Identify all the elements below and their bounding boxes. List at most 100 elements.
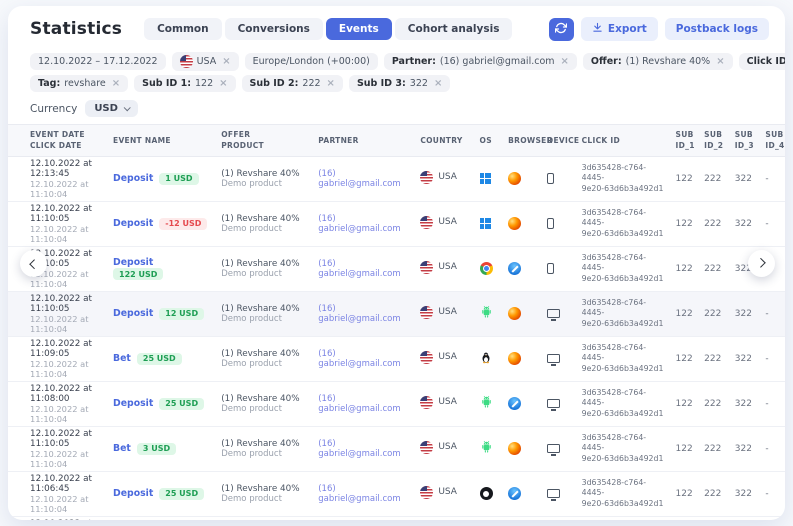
android-os-icon (480, 447, 493, 457)
offer-name: (1) Revshare 40% (221, 394, 306, 404)
click-id: 3d635428-c764-4445-9e20-63d6b3a492d1 (582, 388, 664, 420)
chip-value: USA (197, 56, 217, 67)
event-name: Deposit (113, 257, 153, 268)
remove-icon[interactable]: × (219, 78, 227, 89)
scroll-right-button[interactable] (748, 250, 775, 277)
amount-badge: 25 USD (137, 353, 182, 365)
windows-os-icon (480, 218, 491, 229)
column-header-browser[interactable]: BROWSER (502, 125, 541, 157)
table-row[interactable]: 12.10.2022 at 11:09:0512.10.2022 at 11:1… (8, 336, 785, 381)
remove-icon[interactable]: × (561, 56, 569, 67)
sub-id-2-value: 222 (698, 336, 729, 381)
column-header-partner[interactable]: PARTNER (312, 125, 414, 157)
postback-logs-button[interactable]: Postback logs (665, 18, 769, 40)
filter-chip-sub-id-1[interactable]: Sub ID 1:122× (134, 75, 235, 92)
filter-chip-partner[interactable]: Partner:(16) gabriel@gmail.com× (384, 53, 577, 70)
remove-icon[interactable]: × (434, 78, 442, 89)
column-header-click-id[interactable]: CLICK ID (576, 125, 670, 157)
column-header-sub-id-4[interactable]: SUBID_4 (759, 125, 785, 157)
usa-flag-icon (420, 216, 433, 229)
filter-chips-row-1: 12.10.2022 – 17.12.2022 USA × Europe/London… (8, 48, 785, 71)
chip-label: Click ID: (747, 56, 785, 67)
firefox-browser-icon (508, 442, 521, 455)
filter-chip-timezone[interactable]: Europe/London (+00:00) (245, 53, 378, 70)
column-header-device[interactable]: DEVICE (541, 125, 576, 157)
sub-id-4-value: - (759, 471, 785, 516)
remove-icon[interactable]: × (222, 56, 230, 67)
click-id: 3d635428-c764-4445-9e20-63d6b3a492d1 (582, 343, 664, 375)
partner-link[interactable]: (16) gabriel@gmail.com (318, 349, 400, 369)
tab-events[interactable]: Events (326, 18, 392, 40)
sub-id-2-value: 222 (698, 381, 729, 426)
sub-id-1-value: 122 (670, 156, 699, 201)
remove-icon[interactable]: × (327, 78, 335, 89)
usa-flag-icon (420, 441, 433, 454)
currency-select[interactable]: USD (85, 100, 138, 117)
chip-value: 222 (302, 78, 320, 89)
column-header-event-date-click-date[interactable]: EVENT DATECLICK DATE (8, 125, 107, 157)
sub-id-2-value: 222 (698, 516, 729, 520)
partner-link[interactable]: (16) gabriel@gmail.com (318, 394, 400, 414)
column-header-os[interactable]: OS (474, 125, 503, 157)
country-label: USA (438, 442, 457, 452)
filter-chip-sub-id-3[interactable]: Sub ID 3:322× (349, 75, 450, 92)
table-row[interactable]: 12.10.2022 at 11:10:0512.10.2022 at 11:1… (8, 426, 785, 471)
desktop-device-icon (547, 399, 560, 408)
column-header-sub-id-2[interactable]: SUBID_2 (698, 125, 729, 157)
chip-label: Sub ID 1: (142, 78, 191, 89)
column-header-sub-id-1[interactable]: SUBID_1 (670, 125, 699, 157)
partner-link[interactable]: (16) gabriel@gmail.com (318, 304, 400, 324)
table-row[interactable]: 12.10.2022 at 11:10:0512.10.2022 at 11:1… (8, 201, 785, 246)
filter-chip-click-id[interactable]: Click ID:3d635428-c764-4445-9e20-63d6b3a… (739, 53, 785, 70)
filter-chip-country[interactable]: USA × (172, 52, 239, 71)
event-name: Deposit (113, 173, 153, 184)
offer-name: (1) Revshare 40% (221, 304, 306, 314)
filter-chip-tag[interactable]: Tag:revshare× (30, 75, 128, 92)
click-id: 3d635428-c764-4445-9e20-63d6b3a492d1 (582, 478, 664, 510)
column-header-sub-id-3[interactable]: SUBID_3 (729, 125, 760, 157)
partner-link[interactable]: (16) gabriel@gmail.com (318, 259, 400, 279)
table-row[interactable]: 12.10.2022 at 11:06:4512.10.2022 at 11:1… (8, 471, 785, 516)
filter-chip-sub-id-2[interactable]: Sub ID 2:222× (242, 75, 343, 92)
partner-link[interactable]: (16) gabriel@gmail.com (318, 439, 400, 459)
usa-flag-icon (420, 261, 433, 274)
macos-os-icon (480, 487, 493, 500)
column-header-country[interactable]: COUNTRY (414, 125, 473, 157)
partner-link[interactable]: (16) gabriel@gmail.com (318, 169, 400, 189)
product-name: Demo product (221, 494, 306, 504)
tab-common[interactable]: Common (144, 18, 222, 40)
table-row[interactable]: 12.10.2022 at 11:06:4412.10.2022 at 11:1… (8, 516, 785, 520)
sub-id-3-value: 322 (729, 336, 760, 381)
table-header: EVENT DATECLICK DATEEVENT NAMEOFFERPRODU… (8, 125, 785, 157)
remove-icon[interactable]: × (716, 56, 724, 67)
chip-label: Offer: (591, 56, 622, 67)
column-header-event-name[interactable]: EVENT NAME (107, 125, 215, 157)
filter-chip-date-range[interactable]: 12.10.2022 – 17.12.2022 (30, 53, 166, 70)
scroll-left-button[interactable] (20, 250, 47, 277)
chevron-down-icon (124, 104, 131, 111)
table-row[interactable]: 12.10.2022 at 12:13:4512.10.2022 at 11:1… (8, 156, 785, 201)
table-row[interactable]: 12.10.2022 at 11:08:0012.10.2022 at 11:1… (8, 381, 785, 426)
sub-id-3-value: 322 (729, 381, 760, 426)
sub-id-2-value: 222 (698, 291, 729, 336)
partner-link[interactable]: (16) gabriel@gmail.com (318, 214, 400, 234)
column-header-offer-product[interactable]: OFFERPRODUCT (215, 125, 312, 157)
chevron-right-icon (756, 258, 766, 268)
firefox-browser-icon (508, 217, 521, 230)
table-row[interactable]: 12.10.2022 at 11:10:0512.10.2022 at 11:1… (8, 246, 785, 291)
tab-conversions[interactable]: Conversions (225, 18, 323, 40)
chip-value: (1) Revshare 40% (626, 56, 711, 67)
tab-cohort-analysis[interactable]: Cohort analysis (395, 18, 513, 40)
amount-badge: 12 USD (159, 308, 204, 320)
refresh-button[interactable] (549, 18, 574, 41)
usa-flag-icon (180, 55, 193, 68)
events-table: EVENT DATECLICK DATEEVENT NAMEOFFERPRODU… (8, 124, 785, 520)
chip-value: 322 (410, 78, 428, 89)
partner-link[interactable]: (16) gabriel@gmail.com (318, 484, 400, 504)
firefox-browser-icon (508, 307, 521, 320)
filter-chip-offer[interactable]: Offer: (1) Revshare 40% × (583, 53, 733, 70)
chrome-os-icon (480, 262, 493, 275)
table-row[interactable]: 12.10.2022 at 11:10:0512.10.2022 at 11:1… (8, 291, 785, 336)
remove-icon[interactable]: × (112, 78, 120, 89)
export-button[interactable]: Export (581, 17, 658, 41)
